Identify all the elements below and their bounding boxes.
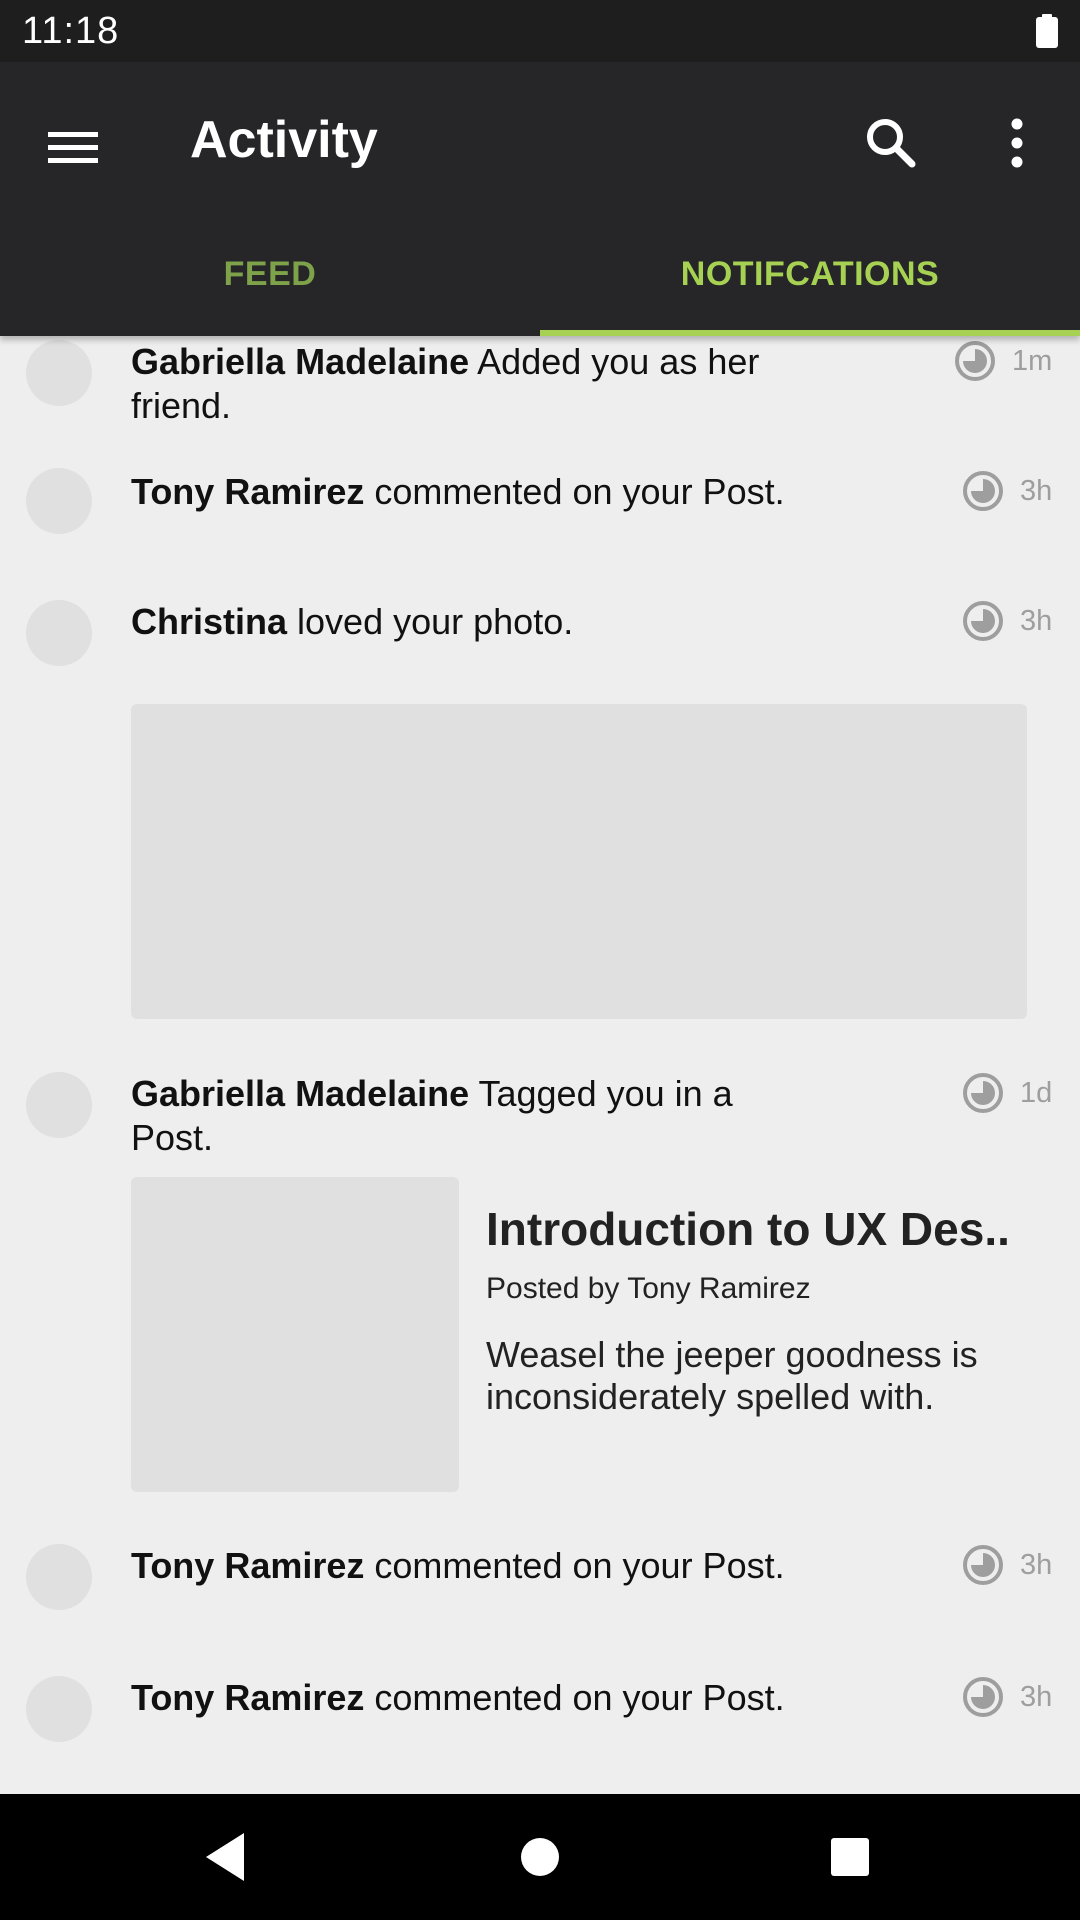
notification-text: Tony Ramirez commented on your Post. xyxy=(131,1677,785,1718)
page-title: Activity xyxy=(190,111,378,169)
user-name: Tony Ramirez xyxy=(131,1677,365,1718)
user-name: Tony Ramirez xyxy=(131,471,365,512)
tab-notifications[interactable]: NOTIFCATIONS xyxy=(540,224,1080,336)
clock-icon xyxy=(963,471,1003,511)
more-options-button[interactable] xyxy=(984,110,1050,176)
recents-button[interactable] xyxy=(780,1794,920,1920)
avatar xyxy=(26,1072,92,1138)
system-nav-bar xyxy=(0,1794,1080,1920)
tab-indicator xyxy=(540,330,1080,336)
timestamp: 1m xyxy=(954,340,1052,382)
clock-icon xyxy=(963,1073,1003,1113)
avatar xyxy=(26,1676,92,1742)
home-icon xyxy=(521,1838,559,1876)
home-button[interactable] xyxy=(470,1794,610,1920)
photo-placeholder[interactable] xyxy=(131,704,1027,1019)
app-bar: Activity FEED NOTIFCATIONS xyxy=(0,62,1080,336)
avatar xyxy=(26,340,92,406)
clock-icon xyxy=(963,1545,1003,1585)
notification-text: Gabriella Madelaine Tagged you in a Post… xyxy=(131,1073,733,1158)
clock-icon xyxy=(955,341,995,381)
search-button[interactable] xyxy=(858,110,924,176)
timestamp: 3h xyxy=(962,600,1052,642)
user-name: Gabriella Madelaine xyxy=(131,1073,470,1114)
list-item[interactable]: Tony Ramirez commented on your Post. 3h xyxy=(0,1672,1080,1792)
menu-icon xyxy=(48,132,98,163)
avatar xyxy=(26,468,92,534)
timestamp: 3h xyxy=(962,1544,1052,1586)
status-time: 11:18 xyxy=(22,10,120,52)
more-vert-icon xyxy=(1011,118,1023,168)
tab-feed[interactable]: FEED xyxy=(0,224,540,336)
notification-text: Tony Ramirez commented on your Post. xyxy=(131,471,785,512)
notification-text: Gabriella Madelaine Added you as her fri… xyxy=(131,341,760,426)
back-button[interactable] xyxy=(156,1794,296,1920)
user-name: Christina xyxy=(131,601,288,642)
post-thumbnail[interactable] xyxy=(131,1177,459,1492)
list-item[interactable]: Tony Ramirez commented on your Post. 3h xyxy=(0,466,1080,596)
recents-icon xyxy=(831,1838,869,1876)
post-title[interactable]: Introduction to UX Des.. xyxy=(486,1202,1010,1256)
back-icon xyxy=(206,1833,244,1881)
menu-button[interactable] xyxy=(40,114,106,180)
search-icon xyxy=(867,119,916,168)
battery-full-icon xyxy=(1036,14,1058,48)
avatar xyxy=(26,1544,92,1610)
avatar xyxy=(26,600,92,666)
clock-icon xyxy=(963,601,1003,641)
post-author: Posted by Tony Ramirez xyxy=(486,1272,811,1305)
notification-text: Christina loved your photo. xyxy=(131,601,574,642)
timestamp: 1d xyxy=(962,1072,1052,1114)
timestamp: 3h xyxy=(962,470,1052,512)
notification-text: Tony Ramirez commented on your Post. xyxy=(131,1545,785,1586)
timestamp: 3h xyxy=(962,1676,1052,1718)
list-item[interactable]: Tony Ramirez commented on your Post. 3h xyxy=(0,1540,1080,1670)
user-name: Gabriella Madelaine xyxy=(131,341,470,382)
status-bar: 11:18 xyxy=(0,0,1080,62)
list-item[interactable]: Gabriella Madelaine Added you as her fri… xyxy=(0,336,1080,466)
user-name: Tony Ramirez xyxy=(131,1545,365,1586)
clock-icon xyxy=(963,1677,1003,1717)
post-excerpt: Weasel the jeeper goodness is inconsider… xyxy=(486,1334,978,1417)
